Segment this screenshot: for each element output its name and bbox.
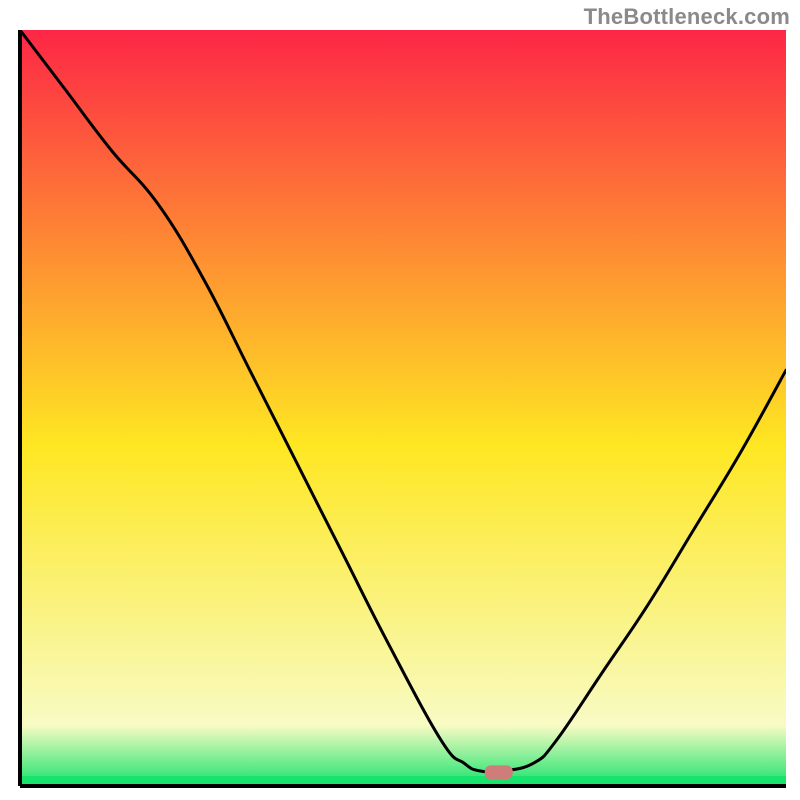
chart-frame: TheBottleneck.com [0,0,800,800]
bottleneck-chart [0,0,800,800]
attribution-label: TheBottleneck.com [584,4,790,30]
marker-optimum [485,765,513,779]
